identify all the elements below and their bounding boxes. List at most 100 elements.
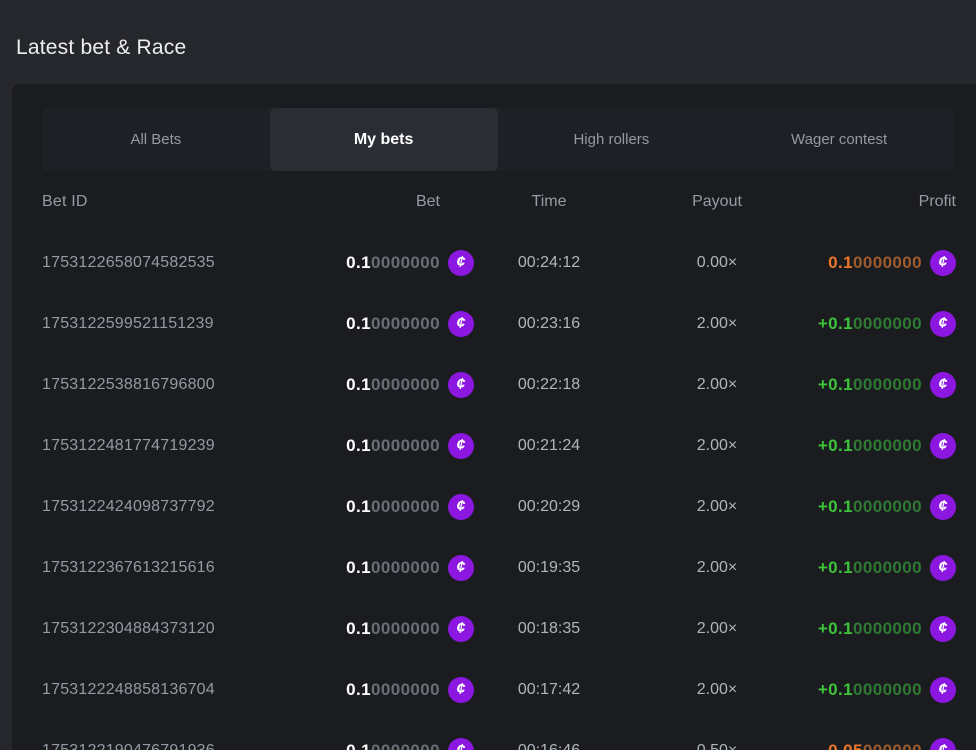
- coin-icon: ¢: [448, 494, 474, 520]
- bet-id-value: 1753122248858136704: [42, 681, 215, 698]
- coin-icon: ¢: [448, 250, 474, 276]
- coin-icon: ¢: [448, 433, 474, 459]
- table-row[interactable]: 1753122538816796800 0.10000000 ¢ 00:22:1…: [42, 354, 956, 415]
- time-cell: 00:24:12: [474, 254, 624, 272]
- tab-label: Wager contest: [791, 131, 887, 148]
- bet-id-value: 1753122304884373120: [42, 620, 215, 637]
- profit-cell: +0.10000000 ¢: [810, 677, 956, 703]
- payout-value: 0.00×: [697, 254, 737, 271]
- bet-amount-value: 0.10000000: [346, 375, 440, 395]
- table-row[interactable]: 1753122658074582535 0.10000000 ¢ 00:24:1…: [42, 232, 956, 293]
- profit-value: +0.10000000: [818, 375, 922, 395]
- header-time: Time: [474, 193, 624, 211]
- coin-icon: ¢: [448, 677, 474, 703]
- tab-all-bets[interactable]: All Bets: [42, 108, 270, 171]
- payout-value: 2.00×: [697, 437, 737, 454]
- payout-value: 2.00×: [697, 620, 737, 637]
- coin-icon: ¢: [448, 372, 474, 398]
- payout-value: 2.00×: [697, 498, 737, 515]
- bet-id-cell: 1753122538816796800: [42, 376, 342, 394]
- payout-value: 2.00×: [697, 315, 737, 332]
- profit-cell: 0.05000000 ¢: [810, 738, 956, 750]
- time-cell: 00:20:29: [474, 498, 624, 516]
- bet-amount-cell: 0.10000000 ¢: [342, 738, 474, 750]
- coin-icon: ¢: [930, 250, 956, 276]
- profit-value: +0.10000000: [818, 619, 922, 639]
- payout-value: 2.00×: [697, 681, 737, 698]
- time-cell: 00:19:35: [474, 559, 624, 577]
- table-row[interactable]: 1753122481774719239 0.10000000 ¢ 00:21:2…: [42, 415, 956, 476]
- bet-id-value: 1753122599521151239: [42, 315, 214, 332]
- payout-cell: 2.00×: [624, 620, 810, 638]
- time-value: 00:19:35: [518, 559, 580, 576]
- time-value: 00:23:16: [518, 315, 580, 332]
- time-value: 00:21:24: [518, 437, 580, 454]
- bet-amount-value: 0.10000000: [346, 497, 440, 517]
- profit-value: +0.10000000: [818, 314, 922, 334]
- profit-value: 0.05000000: [828, 741, 922, 750]
- tab-wager-contest[interactable]: Wager contest: [725, 108, 953, 171]
- header-bet: Bet: [342, 193, 474, 211]
- bet-id-value: 1753122424098737792: [42, 498, 215, 515]
- coin-icon: ¢: [930, 433, 956, 459]
- time-cell: 00:16:46: [474, 742, 624, 750]
- profit-cell: 0.10000000 ¢: [810, 250, 956, 276]
- payout-cell: 0.50×: [624, 742, 810, 750]
- coin-icon: ¢: [930, 616, 956, 642]
- time-value: 00:24:12: [518, 254, 580, 271]
- table-row[interactable]: 1753122599521151239 0.10000000 ¢ 00:23:1…: [42, 293, 956, 354]
- bet-id-cell: 1753122304884373120: [42, 620, 342, 638]
- table-row[interactable]: 1753122248858136704 0.10000000 ¢ 00:17:4…: [42, 659, 956, 720]
- header-bet-id: Bet ID: [42, 193, 342, 211]
- profit-value: +0.10000000: [818, 680, 922, 700]
- bet-amount-cell: 0.10000000 ¢: [342, 555, 474, 581]
- tab-label: High rollers: [573, 131, 649, 148]
- bet-amount-value: 0.10000000: [346, 741, 440, 750]
- bet-amount-value: 0.10000000: [346, 558, 440, 578]
- table-row[interactable]: 1753122304884373120 0.10000000 ¢ 00:18:3…: [42, 598, 956, 659]
- profit-cell: +0.10000000 ¢: [810, 372, 956, 398]
- table-row[interactable]: 1753122367613215616 0.10000000 ¢ 00:19:3…: [42, 537, 956, 598]
- tab-high-rollers[interactable]: High rollers: [498, 108, 726, 171]
- bet-id-cell: 1753122424098737792: [42, 498, 342, 516]
- bet-id-value: 1753122538816796800: [42, 376, 215, 393]
- coin-icon: ¢: [448, 616, 474, 642]
- page-title: Latest bet & Race: [16, 36, 186, 60]
- bets-tabbar: All Bets My bets High rollers Wager cont…: [42, 108, 953, 171]
- table-row[interactable]: 1753122190476791936 0.10000000 ¢ 00:16:4…: [42, 720, 956, 750]
- coin-icon: ¢: [448, 738, 474, 750]
- profit-cell: +0.10000000 ¢: [810, 311, 956, 337]
- payout-cell: 2.00×: [624, 498, 810, 516]
- bet-amount-value: 0.10000000: [346, 436, 440, 456]
- bet-amount-value: 0.10000000: [346, 619, 440, 639]
- payout-cell: 0.00×: [624, 254, 810, 272]
- table-row[interactable]: 1753122424098737792 0.10000000 ¢ 00:20:2…: [42, 476, 956, 537]
- payout-cell: 2.00×: [624, 315, 810, 333]
- payout-cell: 2.00×: [624, 681, 810, 699]
- bet-id-cell: 1753122481774719239: [42, 437, 342, 455]
- payout-cell: 2.00×: [624, 376, 810, 394]
- time-cell: 00:22:18: [474, 376, 624, 394]
- header-payout: Payout: [624, 193, 810, 211]
- tab-label: All Bets: [130, 131, 181, 148]
- bets-table: Bet ID Bet Time Payout Profit 1753122658…: [42, 171, 956, 750]
- profit-cell: +0.10000000 ¢: [810, 494, 956, 520]
- tab-my-bets[interactable]: My bets: [270, 108, 498, 171]
- coin-icon: ¢: [930, 677, 956, 703]
- tab-label: My bets: [354, 131, 414, 149]
- coin-icon: ¢: [930, 311, 956, 337]
- profit-cell: +0.10000000 ¢: [810, 433, 956, 459]
- coin-icon: ¢: [448, 311, 474, 337]
- payout-cell: 2.00×: [624, 437, 810, 455]
- time-cell: 00:23:16: [474, 315, 624, 333]
- bet-amount-value: 0.10000000: [346, 314, 440, 334]
- table-body: 1753122658074582535 0.10000000 ¢ 00:24:1…: [42, 232, 956, 750]
- bet-id-value: 1753122481774719239: [42, 437, 215, 454]
- time-value: 00:16:46: [518, 742, 580, 750]
- payout-value: 2.00×: [697, 559, 737, 576]
- header-profit: Profit: [810, 193, 956, 211]
- time-cell: 00:18:35: [474, 620, 624, 638]
- time-value: 00:18:35: [518, 620, 580, 637]
- coin-icon: ¢: [448, 555, 474, 581]
- profit-value: +0.10000000: [818, 436, 922, 456]
